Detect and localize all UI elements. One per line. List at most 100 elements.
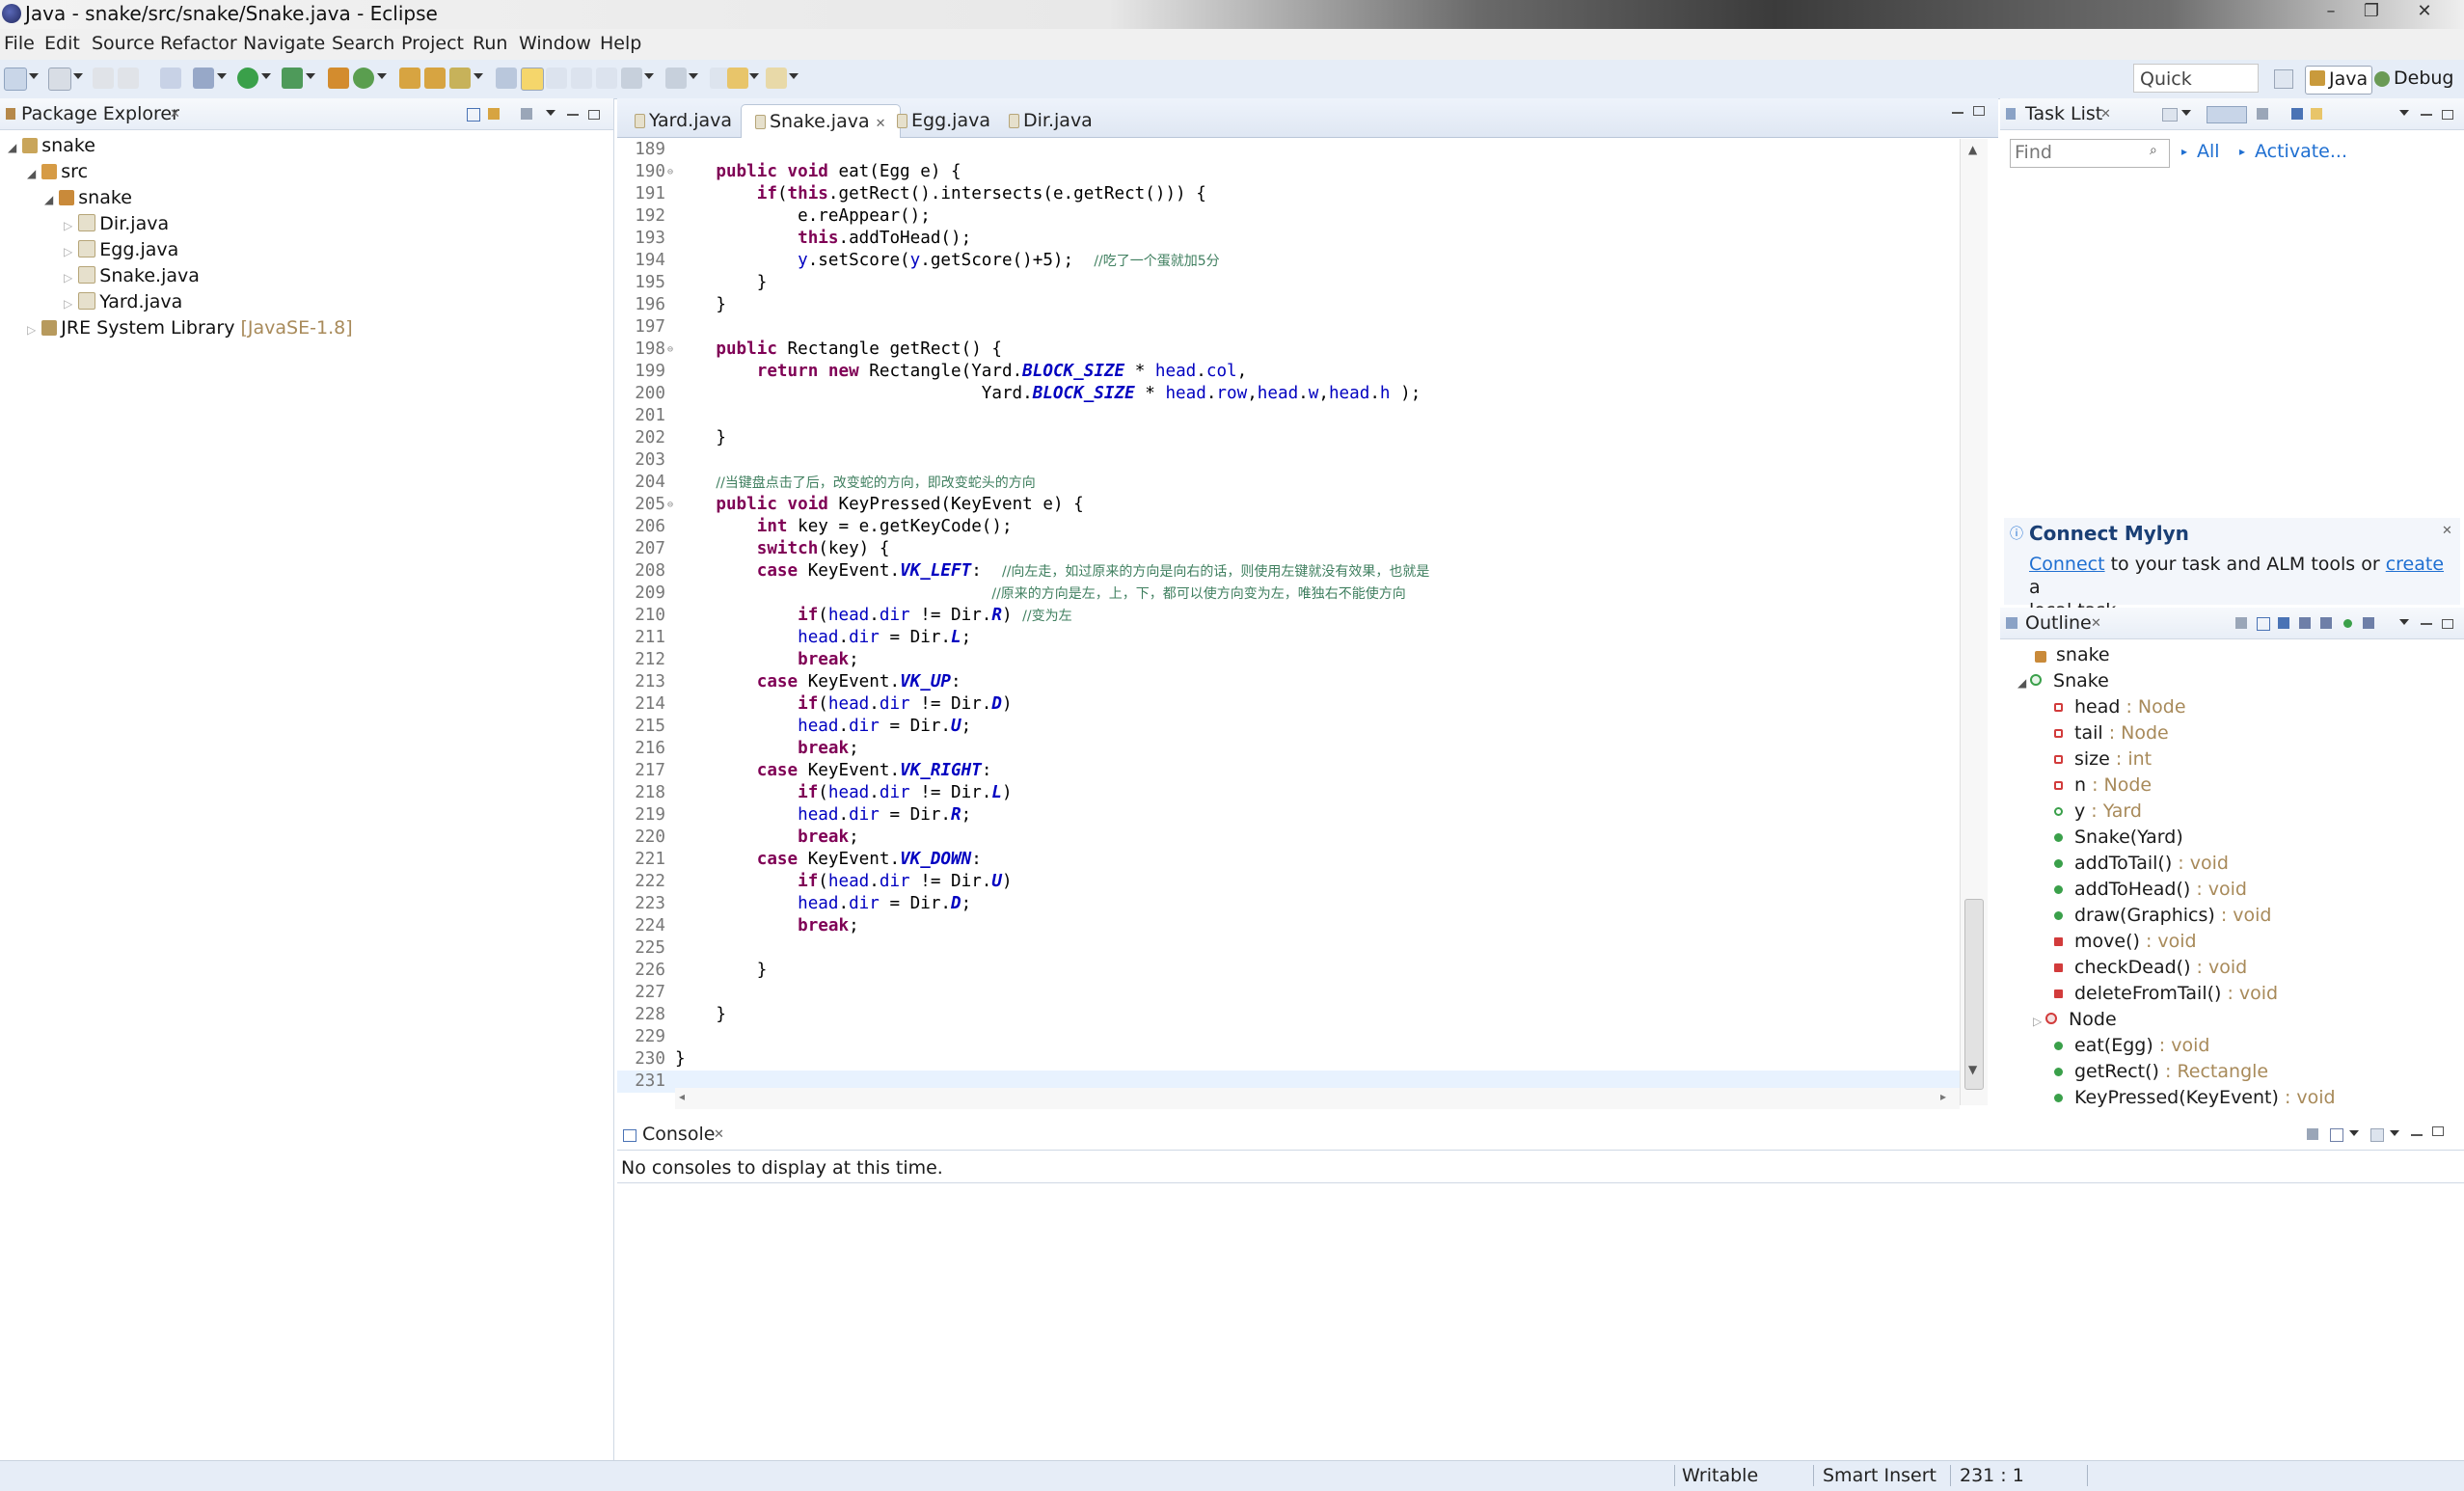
quick-access-input[interactable]: Quick Access	[2133, 64, 2259, 119]
hide-fields-icon[interactable]	[2278, 617, 2289, 629]
create-link[interactable]: create	[2386, 554, 2444, 575]
code-line[interactable]: 197	[617, 316, 1960, 339]
code-line[interactable]: 190 ⊖ public void eat(Egg e) {	[617, 161, 1960, 183]
open-console-icon[interactable]	[2370, 1128, 2384, 1142]
debug-icon[interactable]	[193, 68, 214, 89]
collapse-all-icon[interactable]	[2235, 617, 2247, 629]
chevron-down-icon[interactable]	[306, 73, 315, 79]
focus-icon[interactable]	[2257, 108, 2268, 120]
run-icon[interactable]	[237, 68, 258, 89]
menu-navigate[interactable]: Navigate	[243, 33, 325, 54]
chevron-down-icon[interactable]	[789, 73, 799, 79]
outline-title[interactable]: Outline	[2025, 612, 2092, 634]
highlight-icon[interactable]	[521, 68, 544, 91]
outline-item[interactable]: tail : Node	[2054, 720, 2169, 746]
minimize-icon[interactable]	[2411, 1134, 2423, 1136]
code-line[interactable]: 225	[617, 937, 1960, 960]
outline-item[interactable]: draw(Graphics) : void	[2054, 903, 2272, 929]
close-button[interactable]: ✕	[2406, 0, 2443, 23]
code-line[interactable]: 224 break;	[617, 915, 1960, 937]
code-line[interactable]: 210 if(head.dir != Dir.R) //变为左	[617, 605, 1960, 627]
code-line[interactable]: 193 this.addToHead();	[617, 228, 1960, 250]
close-icon[interactable]: ✕	[2442, 524, 2452, 538]
menu-project[interactable]: Project	[401, 33, 464, 54]
scroll-up-icon[interactable]: ▲	[1968, 143, 1977, 156]
scroll-down-icon[interactable]: ▼	[1968, 1063, 1977, 1076]
code-line[interactable]: 228 }	[617, 1004, 1960, 1026]
outline-item[interactable]: addToHead() : void	[2054, 877, 2247, 903]
code-line[interactable]: 203	[617, 449, 1960, 472]
code-line[interactable]: 204 //当键盘点击了后，改变蛇的方向，即改变蛇头的方向	[617, 472, 1960, 494]
open-type-icon[interactable]	[399, 68, 420, 89]
code-line[interactable]: 230}	[617, 1048, 1960, 1071]
close-icon[interactable]: ✕	[2091, 616, 2101, 631]
code-line[interactable]: 208 case KeyEvent.VK_LEFT: //向左走，如过原来的方向…	[617, 560, 1960, 583]
menu-edit[interactable]: Edit	[44, 33, 80, 54]
code-line[interactable]: 215 head.dir = Dir.U;	[617, 716, 1960, 738]
outline-item[interactable]: n : Node	[2054, 773, 2152, 799]
outline-item[interactable]: KeyPressed(KeyEvent) : void	[2054, 1085, 2336, 1111]
hide-nonpublic-icon[interactable]	[2320, 617, 2332, 629]
code-line[interactable]: 226 }	[617, 960, 1960, 982]
tree-item-yard-java[interactable]: ▷ Yard.java	[64, 289, 182, 315]
new-task-icon[interactable]	[2162, 108, 2178, 122]
code-line[interactable]: 211 head.dir = Dir.L;	[617, 627, 1960, 649]
chevron-down-icon[interactable]	[217, 73, 227, 79]
chevron-down-icon[interactable]	[261, 73, 271, 79]
tab-egg-java[interactable]: Egg.java	[883, 104, 1004, 137]
maximize-icon[interactable]	[2442, 619, 2453, 629]
outline-item[interactable]: size : int	[2054, 746, 2152, 773]
show-whitespace-icon[interactable]	[546, 68, 567, 89]
synchronize-icon[interactable]	[2311, 108, 2322, 120]
code-line[interactable]: 198 ⊖ public Rectangle getRect() {	[617, 339, 1960, 361]
menu-search[interactable]: Search	[332, 33, 394, 54]
chevron-down-icon[interactable]	[689, 73, 698, 79]
coverage-icon[interactable]	[282, 68, 303, 89]
display-console-icon[interactable]	[2330, 1128, 2343, 1142]
chevron-down-icon[interactable]	[749, 73, 759, 79]
outline-item[interactable]: snake	[2017, 642, 2110, 668]
code-line[interactable]: 212 break;	[617, 649, 1960, 671]
code-line[interactable]: 201	[617, 405, 1960, 427]
fold-icon[interactable]: ⊖	[667, 339, 673, 361]
outline-item[interactable]: move() : void	[2054, 929, 2197, 955]
close-icon[interactable]: ✕	[170, 107, 180, 122]
code-line[interactable]: 194 y.setScore(y.getScore()+5); //吃了一个蛋就…	[617, 250, 1960, 272]
code-line[interactable]: 209 //原来的方向是左，上，下，都可以使方向变为左，唯独右不能使方向	[617, 583, 1960, 605]
search-icon[interactable]	[449, 68, 471, 89]
hide-static-icon[interactable]	[2299, 617, 2311, 629]
collapse-all-icon[interactable]	[467, 108, 480, 122]
tab-snake-java[interactable]: Snake.java ✕	[741, 104, 901, 138]
code-line[interactable]: 216 break;	[617, 738, 1960, 760]
hide-local-types-icon[interactable]	[2343, 619, 2352, 628]
code-line[interactable]: 206 int key = e.getKeyCode();	[617, 516, 1960, 538]
tab-dir-java[interactable]: Dir.java	[995, 104, 1106, 137]
menu-file[interactable]: File	[4, 33, 35, 54]
menu-window[interactable]: Window	[519, 33, 591, 54]
code-line[interactable]: 192 e.reAppear();	[617, 205, 1960, 228]
connect-link[interactable]: Connect	[2029, 554, 2105, 575]
menu-refactor[interactable]: Refactor	[160, 33, 237, 54]
tree-item-egg-java[interactable]: ▷ Egg.java	[64, 237, 178, 263]
save-all-icon[interactable]	[93, 68, 114, 89]
forward-icon[interactable]	[766, 68, 787, 89]
scroll-left-icon[interactable]: ◂	[679, 1090, 685, 1103]
horizontal-scrollbar[interactable]: ◂ ▸	[675, 1088, 1960, 1109]
code-line[interactable]: 214 if(head.dir != Dir.D)	[617, 693, 1960, 716]
task-list-title[interactable]: Task List	[2025, 103, 2102, 124]
code-line[interactable]: 189	[617, 139, 1960, 161]
chevron-down-icon[interactable]	[377, 73, 387, 79]
code-line[interactable]: 196 }	[617, 294, 1960, 316]
chevron-down-icon[interactable]	[2181, 110, 2191, 116]
new-class-icon[interactable]	[353, 68, 374, 89]
outline-item[interactable]: getRect() : Rectangle	[2054, 1059, 2268, 1085]
previous-annotation-icon[interactable]	[665, 68, 687, 89]
chevron-down-icon[interactable]	[29, 73, 39, 79]
menu-run[interactable]: Run	[473, 33, 507, 54]
maximize-icon[interactable]	[1973, 106, 1985, 116]
code-line[interactable]: 199 return new Rectangle(Yard.BLOCK_SIZE…	[617, 361, 1960, 383]
outline-item[interactable]: ▷ Node	[2033, 1007, 2117, 1033]
package-explorer-title[interactable]: Package Explorer	[21, 103, 179, 124]
code-editor[interactable]: 189 190 ⊖ public void eat(Egg e) {191 if(t…	[617, 139, 1960, 1103]
minimize-icon[interactable]	[567, 114, 579, 116]
